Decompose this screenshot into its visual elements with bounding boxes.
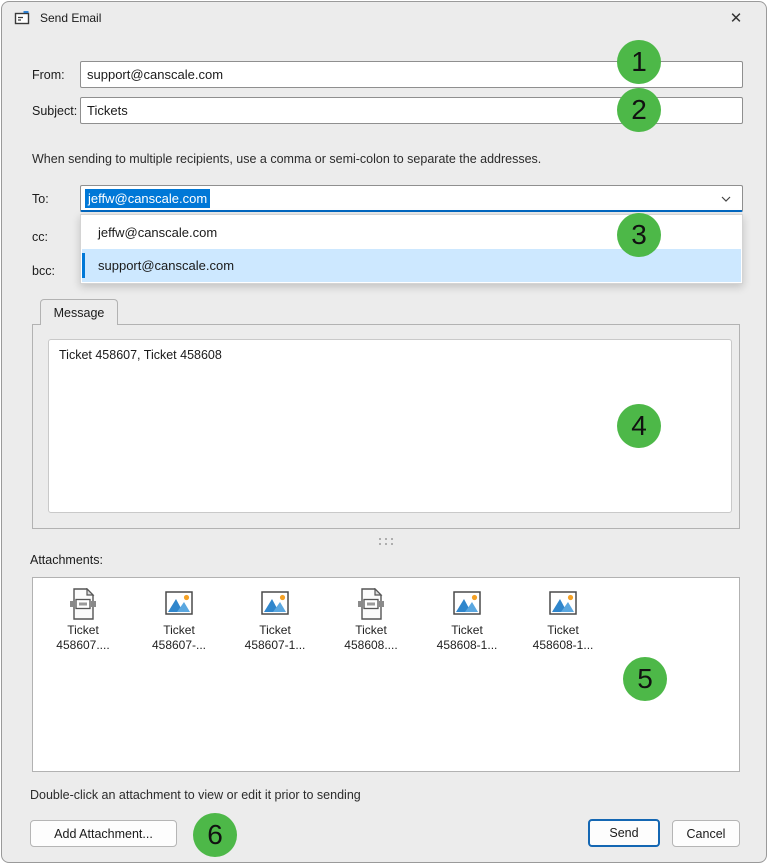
cc-label: cc: [32,230,48,244]
attachment-name: Ticket [163,623,195,638]
callout-badge-1: 1 [617,40,661,84]
attachment-name: 458608.... [344,638,397,653]
attachment-item[interactable]: Ticket 458608-1... [419,588,515,653]
attachment-name: 458608-1... [437,638,498,653]
selection-accent-bar [82,253,85,278]
send-email-dialog: Send Email ✕ From: Subject: When sending… [1,1,767,863]
to-selected-text: jeffw@canscale.com [85,189,210,208]
from-label: From: [32,68,65,82]
attachment-name: 458607.... [56,638,109,653]
to-combobox[interactable]: jeffw@canscale.com [80,185,743,212]
image-attachment-icon [260,588,290,620]
attachment-name: 458608-1... [533,638,594,653]
document-attachment-icon [356,588,386,620]
attachment-hint: Double-click an attachment to view or ed… [30,788,361,802]
attachment-item[interactable]: Ticket 458608.... [323,588,419,653]
dropdown-item-label: jeffw@canscale.com [98,225,217,240]
attachment-name: 458607-1... [245,638,306,653]
image-attachment-icon [164,588,194,620]
bcc-label: bcc: [32,264,55,278]
title-bar: Send Email ✕ [2,2,766,34]
dropdown-item-label: support@canscale.com [98,258,234,273]
callout-badge-3: 3 [617,213,661,257]
callout-badge-6: 6 [193,813,237,857]
attachments-label: Attachments: [30,553,103,567]
attachment-name: 458607-... [152,638,206,653]
image-attachment-icon [452,588,482,620]
tab-message[interactable]: Message [40,299,118,325]
callout-badge-4: 4 [617,404,661,448]
attachment-item[interactable]: Ticket 458607.... [35,588,131,653]
attachment-item[interactable]: Ticket 458607-... [131,588,227,653]
cancel-button[interactable]: Cancel [672,820,740,847]
close-icon[interactable]: ✕ [714,2,758,34]
callout-badge-2: 2 [617,88,661,132]
splitter-handle[interactable] [377,536,395,546]
subject-label: Subject: [32,104,77,118]
email-window-icon [14,10,30,26]
callout-badge-5: 5 [623,657,667,701]
add-attachment-button[interactable]: Add Attachment... [30,820,177,847]
document-attachment-icon [68,588,98,620]
to-label: To: [32,192,49,206]
window-title: Send Email [40,11,101,25]
multi-recipient-info: When sending to multiple recipients, use… [32,152,541,166]
attachment-name: Ticket [355,623,387,638]
attachment-name: Ticket [259,623,291,638]
attachment-name: Ticket [547,623,579,638]
attachment-item[interactable]: Ticket 458608-1... [515,588,611,653]
send-button[interactable]: Send [588,819,660,847]
chevron-down-icon[interactable] [720,193,732,205]
attachment-name: Ticket [451,623,483,638]
attachment-name: Ticket [67,623,99,638]
image-attachment-icon [548,588,578,620]
attachment-item[interactable]: Ticket 458607-1... [227,588,323,653]
